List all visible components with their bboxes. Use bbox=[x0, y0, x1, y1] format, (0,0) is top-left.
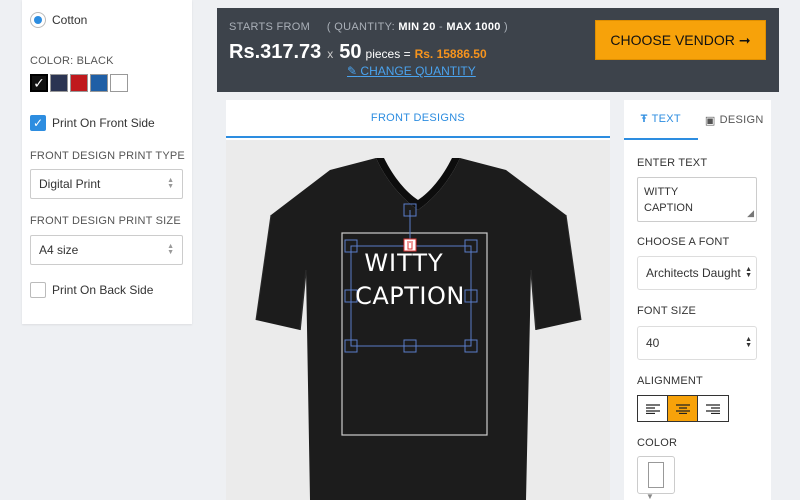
font-size-label: FONT SIZE bbox=[637, 305, 697, 317]
quantity-min: MIN 20 bbox=[398, 21, 436, 33]
arrow-right-icon: ➞ bbox=[738, 31, 751, 48]
print-type-label: FRONT DESIGN PRINT TYPE bbox=[30, 150, 185, 162]
swatch-navy[interactable] bbox=[50, 74, 68, 92]
change-quantity-label: CHANGE QUANTITY bbox=[360, 64, 476, 78]
quantity-value: 50 bbox=[339, 41, 362, 63]
caption-line-1: WITTY bbox=[364, 249, 443, 277]
product-options-panel: Cotton COLOR: BLACK ✓ ✓ Print On Front S… bbox=[22, 0, 192, 324]
print-size-label: FRONT DESIGN PRINT SIZE bbox=[30, 215, 181, 227]
textarea-line-2: CAPTION bbox=[644, 202, 693, 214]
tab-design-label: DESIGN bbox=[719, 114, 764, 126]
choose-vendor-label: CHOOSE VENDOR bbox=[610, 32, 735, 48]
print-size-select[interactable]: A4 size ▲ ▼ bbox=[30, 235, 183, 265]
change-quantity-link[interactable]: ✎ CHANGE QUANTITY bbox=[347, 64, 476, 78]
swatch-red[interactable] bbox=[70, 74, 88, 92]
total-price: Rs. 15886.50 bbox=[414, 47, 487, 61]
align-center-button[interactable] bbox=[668, 396, 698, 421]
font-label: CHOOSE A FONT bbox=[637, 236, 730, 248]
quantity-info: STARTS FROM ( QUANTITY: MIN 20 - MAX 100… bbox=[229, 21, 508, 33]
quantity-dash: - bbox=[438, 21, 443, 33]
quantity-max: MAX 1000 bbox=[446, 21, 501, 33]
text-color-picker[interactable] bbox=[637, 456, 675, 494]
align-center-icon bbox=[675, 403, 690, 414]
starts-from-label: STARTS FROM bbox=[229, 21, 311, 33]
tshirt-mockup: WITTY CAPTION bbox=[255, 158, 582, 500]
print-back-label: Print On Back Side bbox=[52, 283, 154, 297]
print-type-select[interactable]: Digital Print ▲ ▼ bbox=[30, 169, 183, 199]
image-icon: ▣ bbox=[704, 114, 716, 127]
select-arrows-icon: ▲ ▼ bbox=[745, 266, 752, 279]
tool-tabs: Ŧ TEXT ▣ DESIGN bbox=[624, 100, 771, 140]
color-label: COLOR bbox=[637, 437, 678, 449]
font-size-select[interactable]: 40 ▲ ▼ bbox=[637, 326, 757, 360]
quantity-suffix: ) bbox=[504, 21, 509, 33]
swatch-black[interactable]: ✓ bbox=[30, 74, 48, 92]
print-back-option[interactable]: Print On Back Side bbox=[30, 282, 153, 298]
select-arrows-icon: ▲ ▼ bbox=[745, 336, 752, 349]
radio-button[interactable] bbox=[30, 12, 46, 28]
swatch-white[interactable] bbox=[110, 74, 128, 92]
enter-text-label: ENTER TEXT bbox=[637, 157, 708, 169]
print-type-value: Digital Print bbox=[39, 177, 101, 191]
select-arrows-icon: ▲ ▼ bbox=[167, 177, 174, 190]
times-sign: x bbox=[327, 47, 334, 61]
caption-textarea[interactable]: WITTY CAPTION ◢ bbox=[637, 177, 757, 222]
align-left-button[interactable] bbox=[638, 396, 668, 421]
align-right-button[interactable] bbox=[698, 396, 728, 421]
font-value: Architects Daught bbox=[646, 266, 741, 280]
pencil-icon: ✎ bbox=[347, 64, 358, 78]
font-size-value: 40 bbox=[646, 336, 660, 350]
alignment-buttons bbox=[637, 395, 729, 422]
font-select[interactable]: Architects Daught ▲ ▼ bbox=[637, 256, 757, 290]
print-back-checkbox[interactable] bbox=[30, 282, 46, 298]
swatch-blue[interactable] bbox=[90, 74, 108, 92]
color-label: COLOR: BLACK bbox=[30, 55, 114, 67]
select-arrows-icon: ▲ ▼ bbox=[167, 243, 174, 256]
tab-design[interactable]: ▣ DESIGN bbox=[698, 100, 772, 140]
textarea-line-1: WITTY bbox=[644, 186, 679, 198]
price-line: Rs.317.73 x 50 pieces = Rs. 15886.50 bbox=[229, 41, 487, 64]
print-front-option[interactable]: ✓ Print On Front Side bbox=[30, 115, 155, 131]
align-right-icon bbox=[706, 403, 720, 414]
material-radio-cotton[interactable]: Cotton bbox=[30, 12, 87, 28]
resize-grip-icon[interactable]: ◢ bbox=[747, 205, 754, 221]
unit-price: Rs.317.73 bbox=[229, 41, 322, 63]
alignment-label: ALIGNMENT bbox=[637, 375, 703, 387]
pieces-label: pieces = bbox=[365, 47, 411, 61]
choose-vendor-button[interactable]: CHOOSE VENDOR ➞ bbox=[595, 20, 766, 60]
color-swatches: ✓ bbox=[30, 74, 128, 92]
color-swatch-white bbox=[648, 462, 664, 488]
print-front-checkbox[interactable]: ✓ bbox=[30, 115, 46, 131]
design-panel: FRONT DESIGNS WITTY CAPTION bbox=[226, 100, 610, 500]
tab-text[interactable]: Ŧ TEXT bbox=[624, 100, 698, 140]
print-front-label: Print On Front Side bbox=[52, 116, 155, 130]
align-left-icon bbox=[645, 403, 660, 414]
caption-line-2: CAPTION bbox=[355, 282, 465, 310]
text-icon: Ŧ bbox=[640, 113, 648, 125]
pricing-bar: STARTS FROM ( QUANTITY: MIN 20 - MAX 100… bbox=[217, 8, 779, 92]
design-canvas[interactable]: WITTY CAPTION bbox=[226, 140, 610, 500]
material-label: Cotton bbox=[52, 13, 88, 27]
print-size-value: A4 size bbox=[39, 243, 79, 257]
caret-down-icon[interactable]: ▼ bbox=[646, 492, 654, 500]
text-tool-panel: Ŧ TEXT ▣ DESIGN ENTER TEXT WITTY CAPTION… bbox=[624, 100, 771, 500]
tab-text-label: TEXT bbox=[651, 113, 681, 125]
tab-front-designs[interactable]: FRONT DESIGNS bbox=[226, 100, 610, 138]
quantity-prefix: ( QUANTITY: bbox=[326, 21, 395, 33]
